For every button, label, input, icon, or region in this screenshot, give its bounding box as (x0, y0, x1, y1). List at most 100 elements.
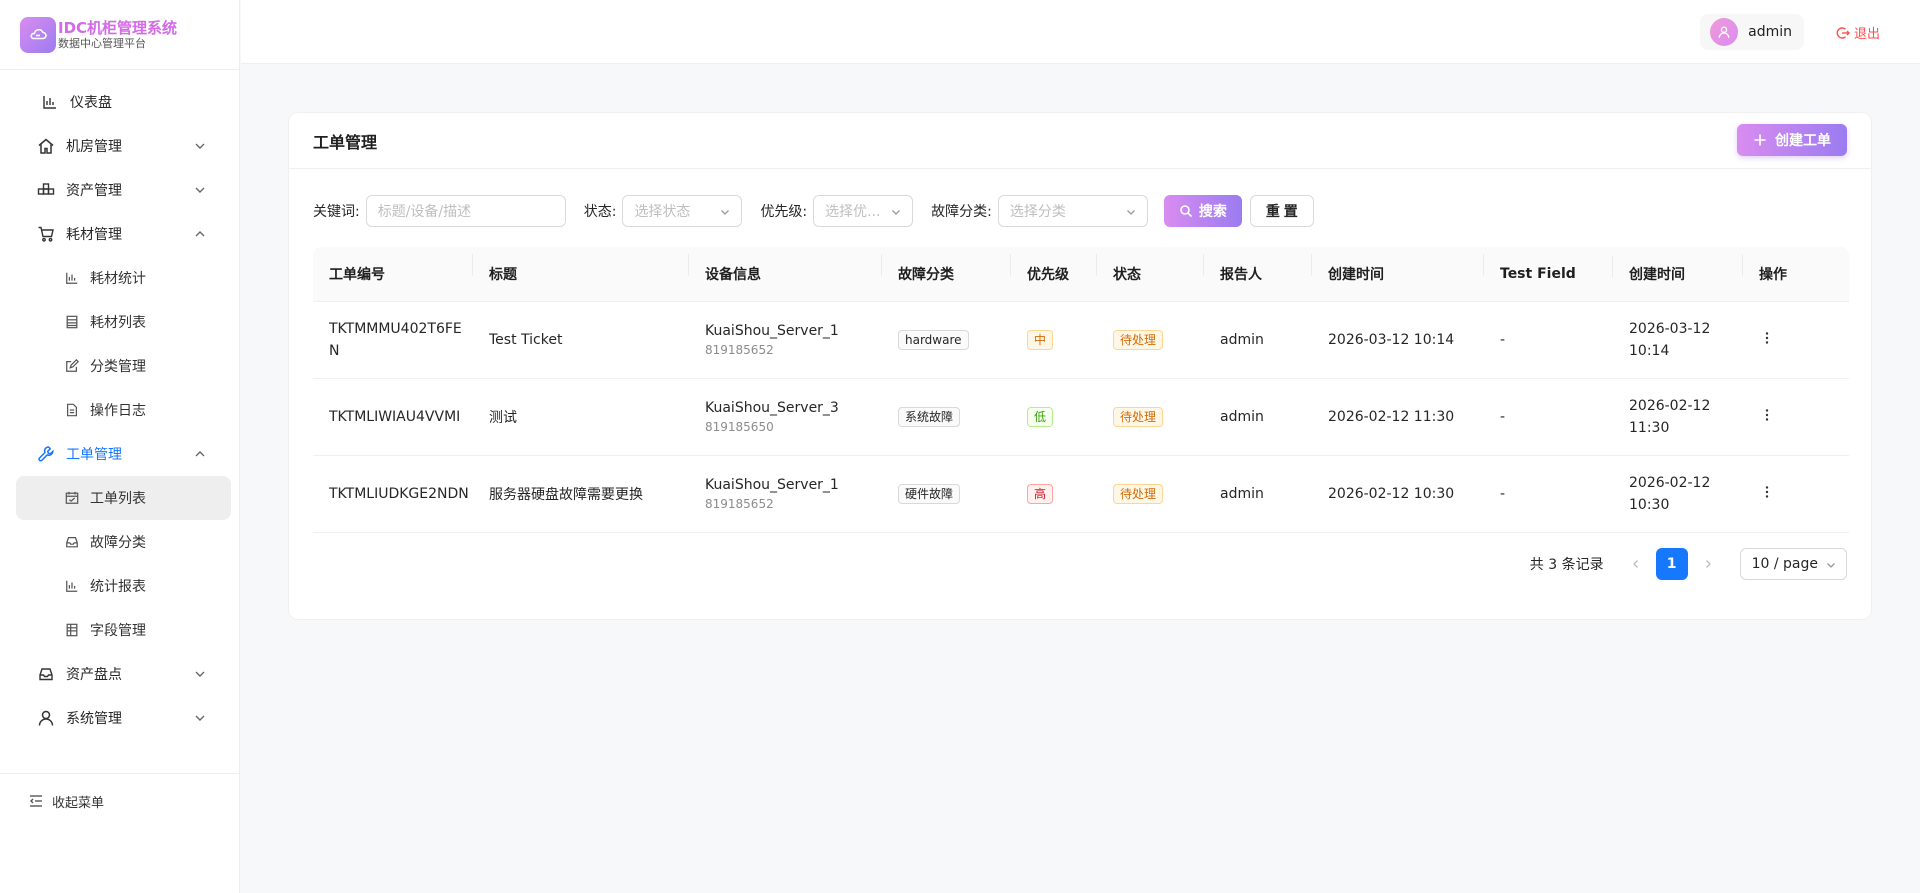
column-header: 状态 (1097, 254, 1204, 284)
reset-button[interactable]: 重 置 (1249, 195, 1314, 227)
sidebar-item-consumables[interactable]: 耗材管理 (0, 212, 239, 256)
category-label: 故障分类: (931, 204, 992, 220)
chevron-down-icon (195, 671, 205, 677)
sidebar-item-dashboard[interactable]: 仪表盘 (0, 80, 239, 124)
chevron-down-icon (195, 187, 205, 193)
page-number[interactable]: 1 (1655, 548, 1688, 580)
sidebar-sub-consumable-list[interactable]: 耗材列表 (16, 300, 231, 344)
status-cell: 待处理 (1097, 407, 1204, 427)
sidebar-sub-consumable-stats[interactable]: 耗材统计 (16, 256, 231, 300)
ticket-title: 测试 (489, 410, 517, 426)
next-page-button[interactable] (1692, 548, 1724, 580)
column-header: 工单编号 (313, 254, 473, 284)
logout-label: 退出 (1853, 27, 1880, 42)
collapse-menu-label: 收起菜单 (52, 796, 105, 811)
chevron-left-icon (1632, 560, 1638, 568)
actions-cell (1743, 330, 1849, 350)
chevron-up-icon (195, 231, 205, 237)
brand-title: IDC机柜管理系统 (58, 18, 178, 37)
ticket-id[interactable]: TKTMLIWIAU4VVMI (313, 409, 473, 425)
bar-chart-icon (40, 92, 60, 112)
priority-select[interactable]: 选择优... (813, 195, 914, 227)
keyword-label: 关键词: (313, 204, 360, 220)
column-header: 创建时间 (1613, 254, 1743, 284)
wrench-icon (36, 444, 56, 464)
sidebar-item-label: 系统管理 (66, 711, 122, 727)
create-ticket-button[interactable]: 创建工单 (1737, 124, 1847, 156)
device-name: KuaiShou_Server_3 (705, 400, 839, 416)
page-size-select[interactable]: 10 / page (1739, 548, 1847, 580)
collapse-menu-button[interactable]: 收起菜单 (0, 773, 240, 893)
keyword-input[interactable]: 标题/设备/描述 (365, 195, 566, 227)
form-icon (64, 358, 80, 374)
device-name: KuaiShou_Server_1 (705, 477, 839, 493)
status-select[interactable]: 选择状态 (622, 195, 743, 227)
sidebar-sub-ticket-list[interactable]: 工单列表 (16, 476, 231, 520)
sidebar-item-system[interactable]: 系统管理 (0, 696, 239, 740)
create-ticket-label: 创建工单 (1775, 132, 1831, 148)
sidebar-menu: 仪表盘 机房管理 资产管理 耗材管理 耗材统计 耗材列表 分类管理 操作日志 工… (0, 70, 239, 740)
prev-page-button[interactable] (1620, 548, 1652, 580)
column-header: 标题 (473, 254, 689, 284)
bar-chart-icon (64, 270, 80, 286)
more-vertical-icon[interactable] (1759, 407, 1775, 423)
test-field: - (1500, 486, 1506, 502)
status-label: 状态: (583, 204, 617, 220)
category-tag: 系统故障 (898, 407, 961, 427)
created-date: 2026-02-12 (1629, 398, 1711, 414)
ticket-id[interactable]: TKTMLIUDKGE2NDN (313, 486, 473, 502)
sidebar-sub-stat-report[interactable]: 统计报表 (16, 564, 231, 608)
sidebar: IDC机柜管理系统 数据中心管理平台 仪表盘 机房管理 资产管理 耗材管理 耗材… (0, 0, 240, 893)
table-header: 工单编号 标题 设备信息 故障分类 优先级 状态 报告人 创建时间 Test F… (313, 247, 1849, 302)
created-time-2: 2026-03-12 10:14 (1613, 318, 1743, 362)
sidebar-sub-operation-log[interactable]: 操作日志 (16, 388, 231, 432)
category-select[interactable]: 选择分类 (997, 195, 1148, 227)
pagination: 共 3 条记录 1 10 / page (1530, 548, 1847, 580)
search-button[interactable]: 搜索 (1163, 195, 1242, 227)
sidebar-item-inventory[interactable]: 资产盘点 (0, 652, 239, 696)
more-vertical-icon[interactable] (1759, 330, 1775, 346)
category-cell: 硬件故障 (882, 484, 1011, 504)
cluster-icon (36, 180, 56, 200)
sidebar-item-label: 资产盘点 (66, 667, 122, 683)
column-header: 操作 (1759, 267, 1787, 283)
logout-icon (1836, 26, 1850, 39)
inbox-icon (64, 534, 80, 550)
card-header: 工单管理 创建工单 (289, 113, 1871, 169)
sidebar-sub-label: 耗材统计 (90, 271, 146, 287)
reporter: admin (1220, 409, 1264, 425)
cloud-server-icon (20, 16, 56, 53)
status-placeholder: 选择状态 (634, 204, 691, 220)
created-clock: 11:30 (1629, 420, 1670, 436)
status-cell: 待处理 (1097, 484, 1204, 504)
more-vertical-icon[interactable] (1759, 484, 1775, 500)
sidebar-item-datacenter[interactable]: 机房管理 (0, 124, 239, 168)
sidebar-sub-label: 统计报表 (90, 579, 146, 595)
ticket-id-text: TKTMLIWIAU4VVMI (329, 409, 461, 425)
ticket-id[interactable]: TKTMMMU402T6FE N (313, 318, 473, 362)
chevron-down-icon (1126, 210, 1135, 215)
sidebar-sub-category-manage[interactable]: 分类管理 (16, 344, 231, 388)
logout-button[interactable]: 退出 (1836, 23, 1880, 42)
priority-tag: 低 (1027, 407, 1054, 427)
sidebar-item-assets[interactable]: 资产管理 (0, 168, 239, 212)
reporter: admin (1220, 332, 1264, 348)
test-field: - (1500, 409, 1506, 425)
keyword-placeholder: 标题/设备/描述 (377, 204, 472, 220)
status-cell: 待处理 (1097, 330, 1204, 350)
category-tag: 硬件故障 (898, 484, 961, 504)
priority-label: 优先级: (760, 204, 808, 220)
column-header: Test Field (1484, 256, 1613, 282)
chevron-right-icon (1705, 560, 1711, 568)
device-info: KuaiShou_Server_1 819185652 (689, 475, 882, 513)
search-icon (1180, 205, 1192, 218)
sidebar-sub-fault-category[interactable]: 故障分类 (16, 520, 231, 564)
sidebar-sub-field-manage[interactable]: 字段管理 (16, 608, 231, 652)
priority-tag: 高 (1027, 484, 1054, 504)
user-menu[interactable]: admin (1700, 14, 1804, 50)
reporter: admin (1220, 486, 1264, 502)
sidebar-sub-label: 字段管理 (90, 623, 146, 639)
created-time: 2026-02-12 10:30 (1328, 486, 1455, 502)
chevron-down-icon (721, 210, 730, 215)
sidebar-item-tickets[interactable]: 工单管理 (0, 432, 239, 476)
